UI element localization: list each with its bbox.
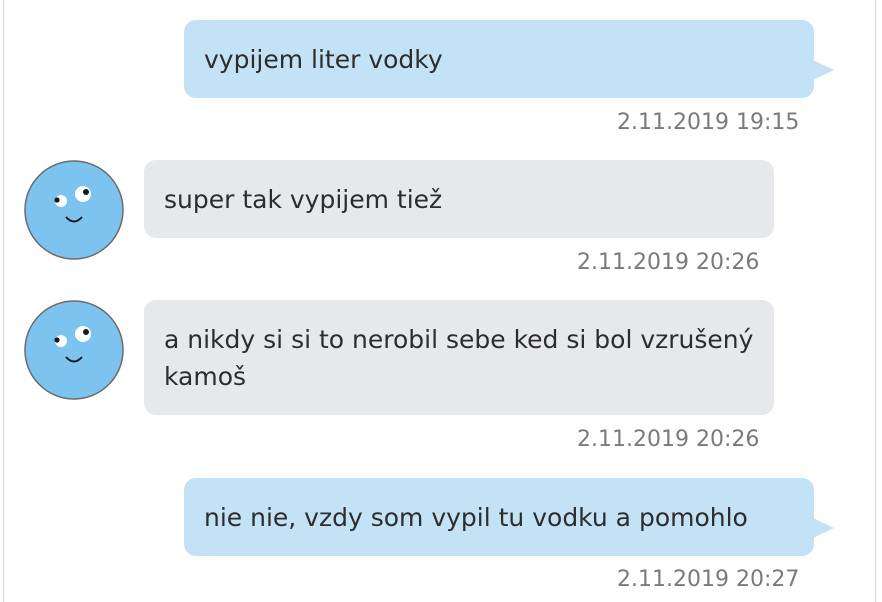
avatar[interactable] [24,160,124,260]
bubble-tail [813,518,834,538]
message-text: a nikdy si si to nerobil sebe ked si bol… [164,324,754,391]
message-text: vypijem liter vodky [204,44,443,74]
message-timestamp: 2.11.2019 20:27 [617,567,800,592]
message-bubble-outgoing[interactable]: nie nie, vzdy som vypil tu vodku a pomoh… [184,478,834,556]
smiley-face-icon [24,160,124,260]
message-bubble-incoming[interactable]: super tak vypijem tiež [144,160,774,238]
smiley-face-icon [24,300,124,400]
message-timestamp: 2.11.2019 19:15 [617,110,800,135]
message-timestamp: 2.11.2019 20:26 [577,250,760,275]
message-bubble-outgoing[interactable]: vypijem liter vodky [184,20,834,98]
message-timestamp: 2.11.2019 20:26 [577,427,760,452]
bubble-tail [813,60,834,80]
message-text: nie nie, vzdy som vypil tu vodku a pomoh… [204,502,748,532]
avatar[interactable] [24,300,124,400]
message-text: super tak vypijem tiež [164,184,443,214]
message-bubble-incoming[interactable]: a nikdy si si to nerobil sebe ked si bol… [144,300,774,415]
